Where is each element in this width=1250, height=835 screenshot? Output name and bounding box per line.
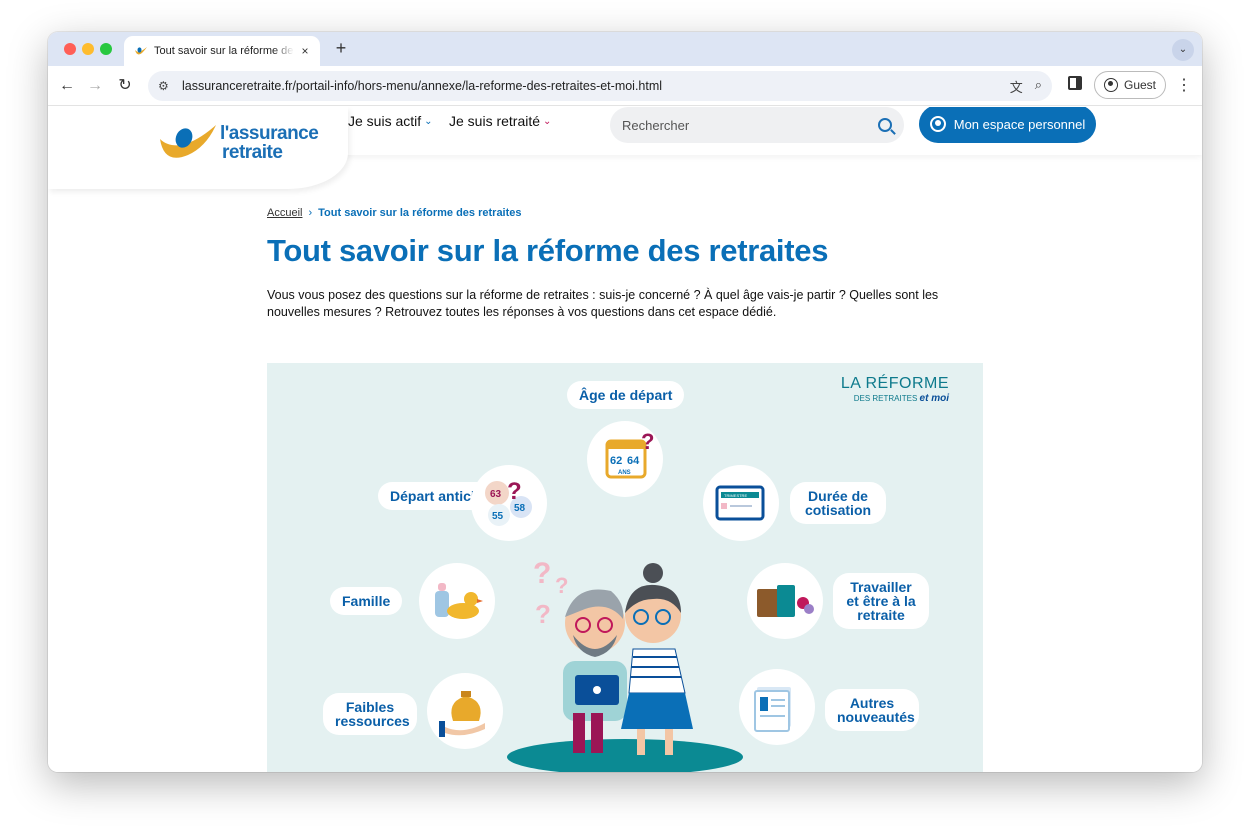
active-tab[interactable]: Tout savoir sur la réforme des retraites… (124, 36, 320, 66)
svg-text:?: ? (533, 557, 551, 590)
brand-line3: et moi (919, 393, 949, 404)
svg-text:?: ? (641, 429, 654, 454)
site-search-input[interactable]: Rechercher (610, 107, 904, 143)
breadcrumb: Accueil › Tout savoir sur la réforme des… (267, 207, 522, 219)
site-logo[interactable]: l'assurance retraite (158, 121, 338, 165)
topic-autres-nouveautes[interactable]: Autres nouveautés (825, 689, 919, 731)
close-tab-icon[interactable]: × (298, 44, 312, 58)
topic-travailler-retraite[interactable]: Travailler et être à la retraite (833, 573, 929, 629)
profile-button[interactable]: Guest (1094, 71, 1166, 99)
maximize-window-button[interactable] (100, 43, 112, 55)
chevron-down-icon: ⌄ (424, 115, 433, 127)
url-text[interactable]: lassuranceretraite.fr/portail-info/hors-… (182, 79, 662, 93)
browser-toolbar: ← → ↻ ⚙ lassuranceretraite.fr/portail-in… (48, 66, 1202, 106)
briefcase-flowers-icon[interactable] (747, 563, 823, 639)
hero-illustration: LA RÉFORME DES RETRAITES et moi Âge de d… (267, 363, 983, 772)
brand-line2: DES RETRAITES (853, 394, 918, 403)
browser-menu-icon[interactable]: ⋮ (1176, 75, 1192, 95)
breadcrumb-home-link[interactable]: Accueil (267, 207, 302, 219)
zoom-icon[interactable]: ⌕ (1035, 77, 1042, 96)
browser-window: Tout savoir sur la réforme des retraites… (48, 32, 1202, 772)
personal-space-button[interactable]: Mon espace personnel (919, 107, 1096, 143)
logo-line2: retraite (222, 142, 283, 163)
nav-label-actif: Je suis actif (348, 113, 422, 129)
breadcrumb-current: Tout savoir sur la réforme des retraites (318, 207, 522, 219)
ages-badge-icon[interactable]: 63 ? 58 55 (471, 465, 547, 541)
svg-text:?: ? (555, 573, 568, 598)
svg-text:?: ? (507, 478, 522, 505)
document-icon[interactable] (739, 669, 815, 745)
translate-icon[interactable]: 文 (1010, 77, 1023, 96)
search-icon[interactable] (878, 118, 892, 132)
chevron-down-icon: ⌄ (543, 115, 552, 127)
retired-couple-illustration-icon: ? ? ? (533, 557, 693, 755)
calendar-value-a: 62 (610, 455, 622, 467)
web-page: l'assurance retraite Je suis actif ⌄ Je … (48, 107, 1202, 772)
page-title: Tout savoir sur la réforme des retraites (267, 233, 829, 268)
calendar-unit: ANS (618, 470, 631, 476)
user-icon (929, 116, 946, 132)
intro-paragraph: Vous vous posez des questions sur la réf… (267, 288, 939, 319)
tab-strip: Tout savoir sur la réforme des retraites… (48, 32, 1202, 66)
tab-search-chevron-icon[interactable]: ⌄ (1172, 39, 1194, 61)
logo-mark-icon (160, 125, 216, 158)
topic-age-depart[interactable]: Âge de départ (567, 381, 685, 409)
brand-line1: LA RÉFORME (840, 375, 949, 392)
profile-avatar-icon (1103, 78, 1118, 92)
profile-label: Guest (1123, 78, 1156, 92)
logo-container: l'assurance retraite (48, 107, 348, 189)
minimize-window-button[interactable] (82, 43, 94, 55)
nav-label-retraite: Je suis retraité (449, 113, 541, 129)
close-window-button[interactable] (64, 43, 76, 55)
calendar-value-b: 64 (627, 455, 640, 467)
card-label: TRIMESTRE (724, 493, 747, 498)
baby-bottle-duck-icon[interactable] (419, 563, 495, 639)
search-placeholder: Rechercher (622, 117, 690, 133)
reform-brand-tag: LA RÉFORME DES RETRAITES et moi (841, 375, 949, 404)
address-bar[interactable]: ⚙ lassuranceretraite.fr/portail-info/hor… (148, 71, 1052, 101)
back-arrow-icon[interactable]: ← (56, 75, 78, 97)
calendar-icon[interactable]: ? 62 64 ANS (587, 421, 663, 497)
topic-faibles-ressources[interactable]: Faibles ressources (323, 693, 417, 735)
forward-arrow-icon[interactable]: → (84, 75, 106, 97)
site-favicon-icon (134, 44, 148, 58)
nav-je-suis-retraite[interactable]: Je suis retraité ⌄ (449, 113, 551, 129)
id-card-icon[interactable]: TRIMESTRE (703, 465, 779, 541)
new-tab-button[interactable]: + (330, 38, 352, 59)
nav-je-suis-actif[interactable]: Je suis actif ⌄ (348, 113, 433, 129)
svg-text:?: ? (535, 599, 551, 629)
topic-famille[interactable]: Famille (330, 587, 403, 615)
age-value-b: 58 (514, 503, 526, 514)
tab-title: Tout savoir sur la réforme des retraites (154, 45, 294, 57)
site-settings-icon[interactable]: ⚙ (158, 79, 174, 93)
side-panel-icon[interactable] (1068, 76, 1082, 90)
reload-icon[interactable]: ↻ (114, 75, 136, 97)
age-value-a: 63 (490, 489, 502, 500)
age-value-c: 55 (492, 511, 504, 522)
breadcrumb-separator: › (308, 207, 313, 219)
personal-space-label: Mon espace personnel (953, 116, 1086, 132)
money-bag-hand-icon[interactable] (427, 673, 503, 749)
topic-duree-cotisation[interactable]: Durée de cotisation (790, 482, 886, 524)
